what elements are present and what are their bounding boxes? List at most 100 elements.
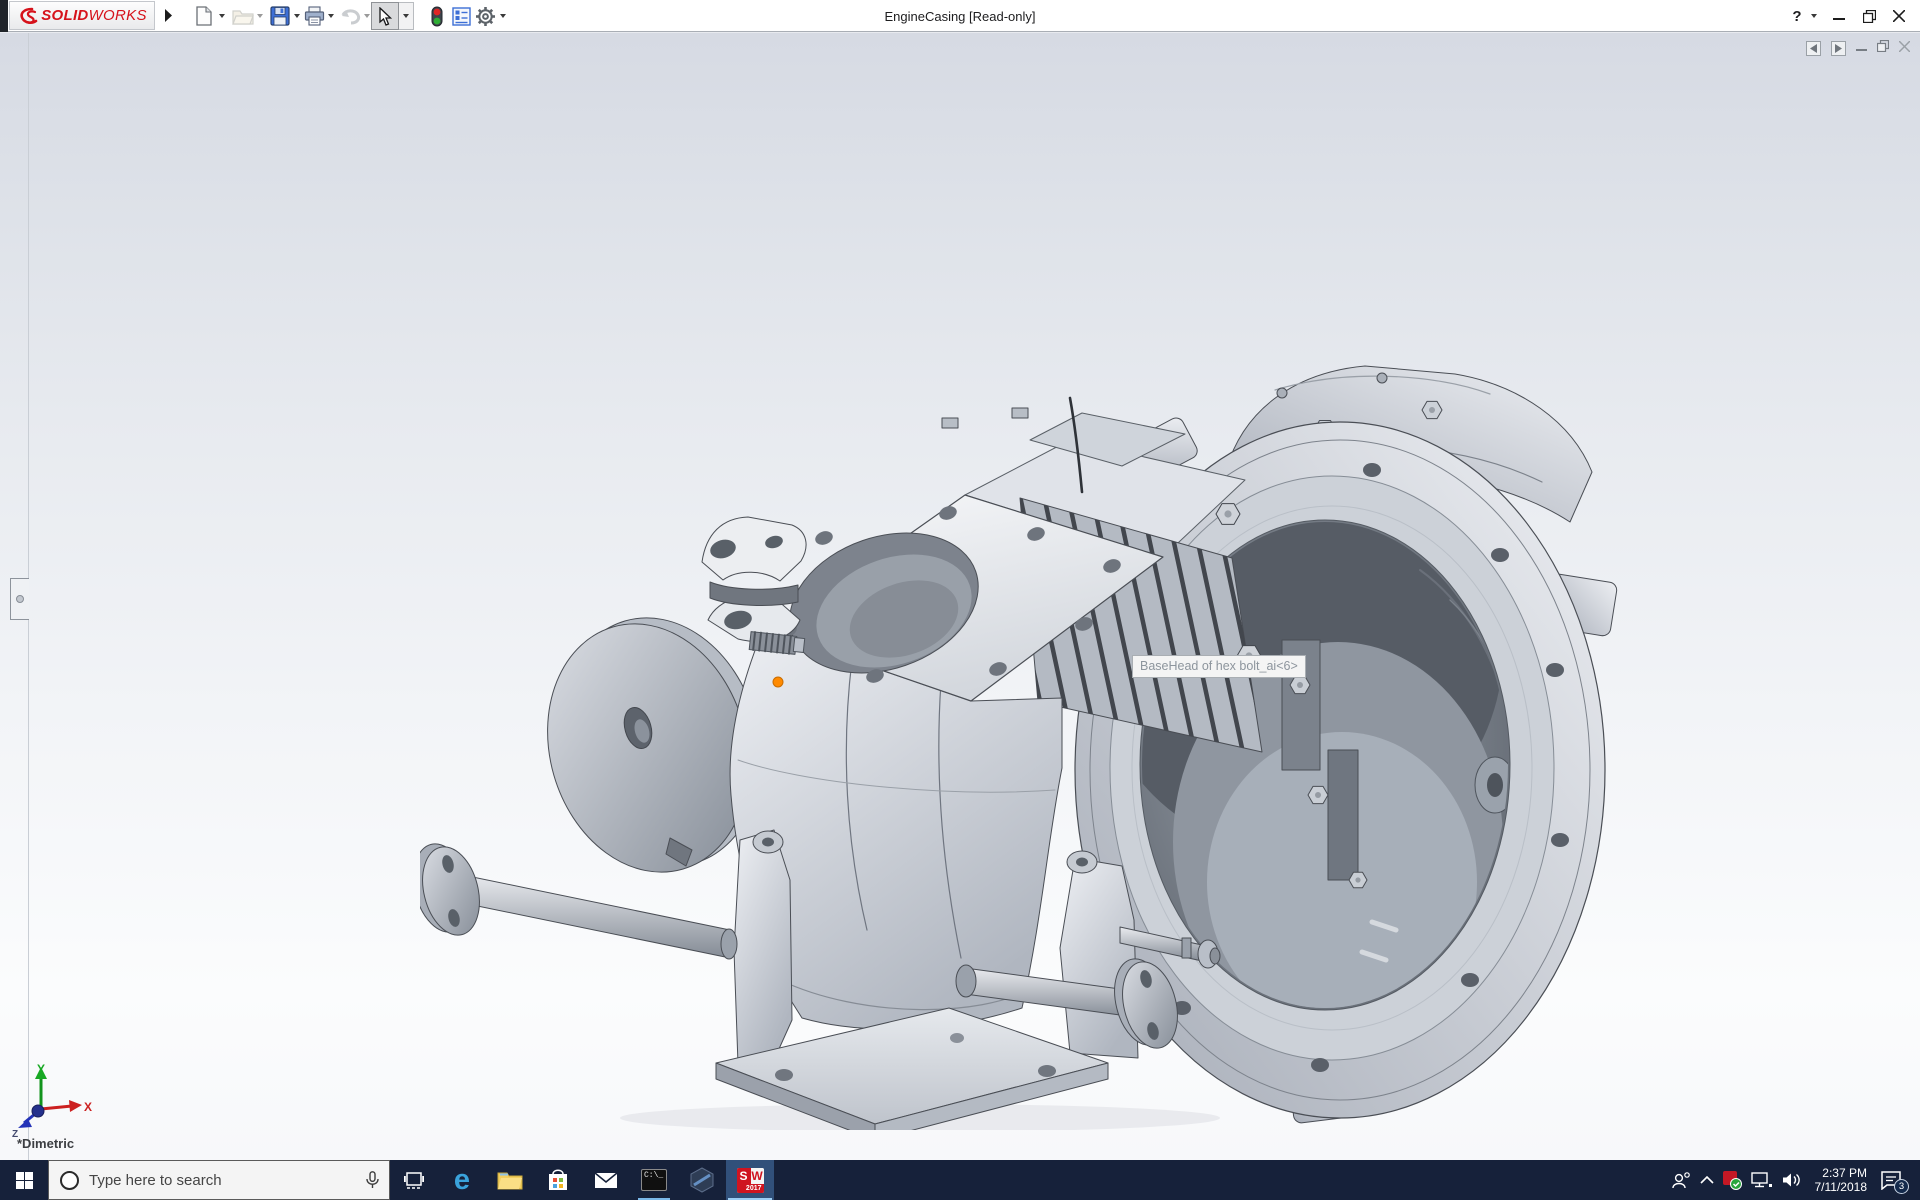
composer-hexagon-icon xyxy=(689,1167,715,1193)
taskbar-app-solidworks[interactable]: S W 2017 xyxy=(726,1160,774,1200)
chevron-up-icon xyxy=(1700,1176,1714,1184)
open-dropdown[interactable] xyxy=(254,4,266,28)
solidworks-desktop: { "colors": { "solidworks_red": "#d6121b… xyxy=(0,0,1920,1200)
doc-restore-button[interactable] xyxy=(1877,39,1889,57)
file-explorer-icon xyxy=(497,1170,523,1190)
taskbar-app-store[interactable] xyxy=(534,1160,582,1200)
microsoft-store-icon xyxy=(547,1169,569,1191)
select-cursor-icon xyxy=(378,7,392,26)
new-document-dropdown[interactable] xyxy=(216,4,228,28)
triad-origin xyxy=(32,1105,44,1117)
network-button[interactable] xyxy=(1751,1172,1773,1188)
doc-close-icon xyxy=(1899,41,1910,52)
splitter-dot-icon xyxy=(16,595,24,603)
taskbar-search[interactable] xyxy=(48,1160,390,1200)
doc-minimize-button[interactable] xyxy=(1856,39,1867,57)
edge-icon: e xyxy=(454,1166,470,1194)
action-center-button[interactable]: 3 xyxy=(1880,1171,1902,1190)
rebuild-button[interactable] xyxy=(425,4,449,28)
sw-monitor-check-icon xyxy=(1723,1171,1742,1190)
orientation-triad: Y X Z xyxy=(6,1061,96,1141)
task-view-icon xyxy=(404,1172,424,1189)
taskbar-app-file-explorer[interactable] xyxy=(486,1160,534,1200)
document-window-controls xyxy=(1806,39,1910,57)
select-tool-button[interactable] xyxy=(371,2,399,30)
right-arrow-icon xyxy=(1835,44,1842,53)
minimize-button[interactable] xyxy=(1826,0,1852,32)
x-axis-arrow xyxy=(69,1100,82,1112)
minimize-icon xyxy=(1833,10,1845,22)
help-button[interactable]: ? xyxy=(1786,0,1808,32)
open-button[interactable] xyxy=(231,4,255,28)
taskbar-app-mail[interactable] xyxy=(582,1160,630,1200)
cortana-icon xyxy=(60,1171,79,1190)
command-prompt-icon: C:\_ xyxy=(641,1169,667,1191)
select-tool-dropdown[interactable] xyxy=(399,2,414,30)
windows-logo-icon xyxy=(16,1172,33,1189)
view-orientation-label: *Dimetric xyxy=(17,1136,74,1151)
file-properties-icon xyxy=(452,7,471,26)
new-document-button[interactable] xyxy=(192,4,216,28)
restore-button[interactable] xyxy=(1856,0,1882,32)
help-dropdown[interactable] xyxy=(1808,0,1820,32)
network-icon xyxy=(1751,1172,1773,1188)
close-icon xyxy=(1893,10,1905,22)
print-dropdown[interactable] xyxy=(325,4,337,28)
solidworks-2017-icon: S W 2017 xyxy=(737,1168,764,1193)
tray-overflow-button[interactable] xyxy=(1700,1176,1714,1184)
speaker-icon xyxy=(1782,1172,1802,1188)
options-button[interactable] xyxy=(473,4,497,28)
window-edge xyxy=(0,0,8,32)
undo-button[interactable] xyxy=(338,4,362,28)
brand-text: SOLIDWORKS xyxy=(41,7,147,24)
clock-time: 2:37 PM xyxy=(1815,1166,1868,1180)
taskbar-app-composer[interactable] xyxy=(678,1160,726,1200)
gear-icon xyxy=(475,6,496,27)
people-button[interactable] xyxy=(1671,1172,1691,1189)
microphone-icon[interactable] xyxy=(366,1171,379,1189)
mail-icon xyxy=(594,1172,618,1189)
next-pane-button[interactable] xyxy=(1831,41,1846,56)
x-axis-label: X xyxy=(84,1100,92,1114)
options-dropdown[interactable] xyxy=(497,4,509,28)
doc-minimize-icon xyxy=(1856,41,1867,52)
start-button[interactable] xyxy=(0,1160,48,1200)
volume-button[interactable] xyxy=(1782,1172,1802,1188)
title-bar: SOLIDWORKS xyxy=(0,0,1920,32)
system-tray: 2:37 PM7/11/2018 3 xyxy=(1671,1160,1920,1200)
toolbar-flyout-button[interactable] xyxy=(157,1,179,30)
windows-taskbar: e C:\_ S W 2017 xyxy=(0,1160,1920,1200)
solidworks-logo: SOLIDWORKS xyxy=(9,1,155,30)
model-3d-view[interactable] xyxy=(420,290,1620,1130)
clock[interactable]: 2:37 PM7/11/2018 xyxy=(1811,1166,1872,1194)
hover-highlight-dot xyxy=(773,677,783,687)
ds-logo-icon xyxy=(17,5,39,27)
clock-date: 7/11/2018 xyxy=(1815,1180,1868,1194)
taskbar-app-task-view[interactable] xyxy=(390,1160,438,1200)
taskbar-app-command-prompt[interactable]: C:\_ xyxy=(630,1160,678,1200)
traffic-light-icon xyxy=(431,6,443,27)
graphics-area[interactable]: BaseHead of hex bolt_ai<6> Y X Z *Dimetr… xyxy=(0,33,1920,1160)
flyout-arrow-icon xyxy=(164,9,173,22)
solidworks-resource-monitor[interactable] xyxy=(1723,1171,1742,1190)
close-button[interactable] xyxy=(1886,0,1912,32)
new-document-icon xyxy=(195,6,213,26)
people-icon xyxy=(1671,1172,1691,1189)
print-button[interactable] xyxy=(302,4,326,28)
save-button[interactable] xyxy=(268,4,292,28)
search-input[interactable] xyxy=(79,1172,366,1189)
taskbar-app-edge[interactable]: e xyxy=(438,1160,486,1200)
doc-close-button[interactable] xyxy=(1899,39,1910,57)
restore-icon xyxy=(1863,10,1876,23)
notification-badge: 3 xyxy=(1894,1179,1909,1194)
print-icon xyxy=(304,6,325,26)
y-axis-label: Y xyxy=(37,1062,45,1076)
left-arrow-icon xyxy=(1810,44,1817,53)
doc-restore-icon xyxy=(1877,40,1889,52)
featuremanager-collapsed-tab[interactable] xyxy=(10,578,29,620)
save-floppy-icon xyxy=(270,6,290,26)
undo-arrow-icon xyxy=(339,7,361,25)
file-properties-button[interactable] xyxy=(449,4,473,28)
open-folder-icon xyxy=(232,7,254,25)
previous-pane-button[interactable] xyxy=(1806,41,1821,56)
